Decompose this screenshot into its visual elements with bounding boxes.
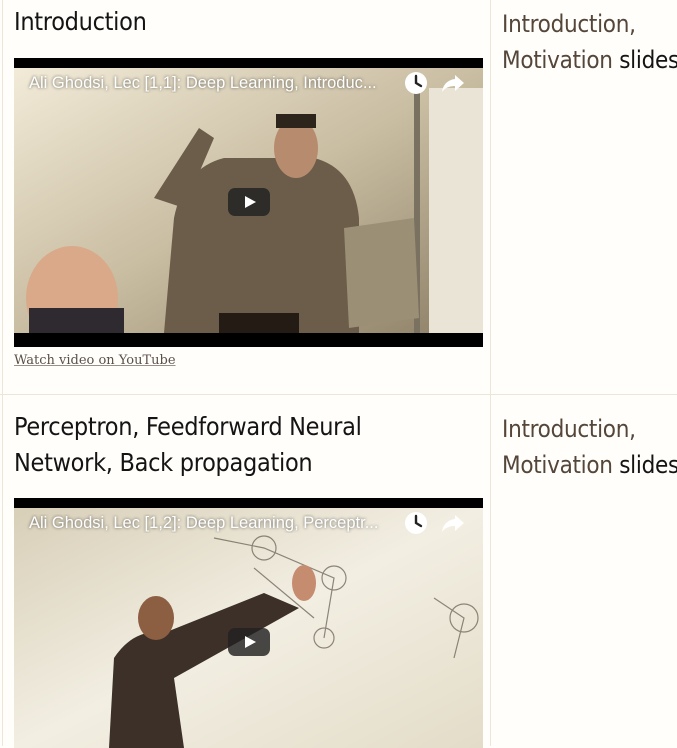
play-icon[interactable] <box>228 628 270 656</box>
play-icon[interactable] <box>228 188 270 216</box>
slides-suffix: slides <box>619 451 677 479</box>
row-left-border <box>2 0 3 394</box>
slides-suffix: slides <box>619 46 677 74</box>
lecture-row-1: Introduction Ali Ghodsi, Lec [1,1]: Deep… <box>0 0 677 394</box>
lecture-row-2: Perceptron, Feedforward Neural Network, … <box>0 394 677 748</box>
video-player[interactable]: Ali Ghodsi, Lec [1,2]: Deep Learning, Pe… <box>14 498 483 748</box>
share-icon[interactable] <box>440 510 466 536</box>
video-title[interactable]: Ali Ghodsi, Lec [1,1]: Deep Learning, In… <box>14 74 404 93</box>
slides-link-introduction[interactable]: Introduction, <box>502 10 636 38</box>
slides-link-introduction[interactable]: Introduction, <box>502 415 636 443</box>
watch-on-youtube-link[interactable]: Watch video on YouTube <box>14 353 176 368</box>
column-divider <box>490 0 491 394</box>
column-divider <box>490 395 491 746</box>
clock-icon[interactable] <box>403 70 429 96</box>
clock-icon[interactable] <box>403 510 429 536</box>
slides-link-motivation[interactable]: Motivation <box>502 451 613 479</box>
slides-links: Introduction, Motivation slides <box>502 6 677 78</box>
lecture-title: Introduction <box>14 7 147 36</box>
lecture-title: Perceptron, Feedforward Neural Network, … <box>14 412 362 477</box>
video-player[interactable]: Ali Ghodsi, Lec [1,1]: Deep Learning, In… <box>14 58 483 347</box>
slides-link-motivation[interactable]: Motivation <box>502 46 613 74</box>
video-title[interactable]: Ali Ghodsi, Lec [1,2]: Deep Learning, Pe… <box>14 514 404 533</box>
slides-links: Introduction, Motivation slides <box>502 411 677 483</box>
share-icon[interactable] <box>440 70 466 96</box>
row-left-border <box>2 395 3 746</box>
